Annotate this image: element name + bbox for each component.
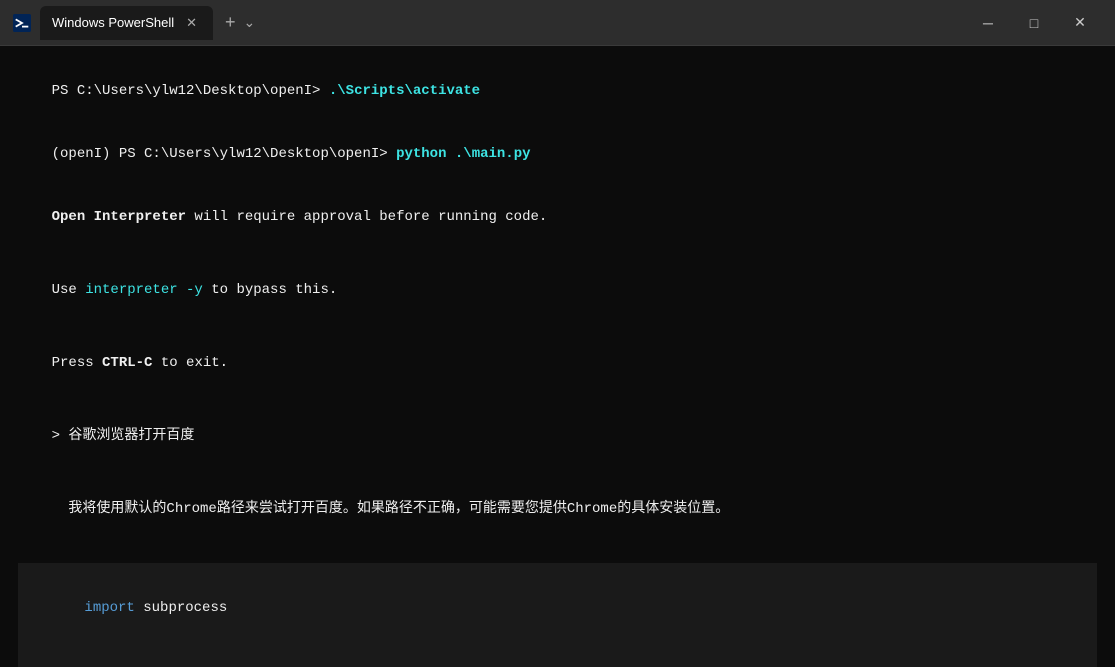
line3-rest: will require approval before running cod…	[186, 209, 547, 225]
terminal-line-1: PS C:\Users\ylw12\Desktop\openI> .\Scrip…	[18, 60, 1097, 123]
new-tab-button[interactable]: +	[225, 12, 236, 33]
terminal-line-5: Use interpreter -y to bypass this.	[18, 259, 1097, 322]
subprocess-label: subprocess	[135, 600, 227, 616]
bypass-label: to bypass this.	[203, 282, 337, 298]
code-line-3: url = "https://www.baidu.com"	[34, 650, 1081, 667]
app-icon	[12, 13, 32, 33]
minimize-button[interactable]: ─	[965, 0, 1011, 46]
prompt-1: PS C:\Users\ylw12\Desktop\openI>	[52, 83, 329, 99]
titlebar: Windows PowerShell ✕ + ⌄ ─ □ ✕	[0, 0, 1115, 46]
ctrlc-label: CTRL-C	[102, 355, 152, 371]
code-line-1: import subprocess	[34, 577, 1081, 640]
terminal-line-2: (openI) PS C:\Users\ylw12\Desktop\openI>…	[18, 123, 1097, 186]
terminal-line-9: > 谷歌浏览器打开百度	[18, 405, 1097, 468]
gap-4	[18, 468, 1097, 478]
tab-label: Windows PowerShell	[52, 15, 174, 30]
gap-2	[18, 322, 1097, 332]
maximize-button[interactable]: □	[1011, 0, 1057, 46]
ai-response: 我将使用默认的Chrome路径来尝试打开百度。如果路径不正确，可能需要您提供Ch…	[52, 501, 730, 517]
terminal-line-7: Press CTRL-C to exit.	[18, 332, 1097, 395]
terminal-line-3: Open Interpreter will require approval b…	[18, 186, 1097, 249]
user-prompt: > 谷歌浏览器打开百度	[52, 428, 195, 444]
exit-label: to exit.	[152, 355, 228, 371]
gap-5	[18, 541, 1097, 551]
tab-dropdown-button[interactable]: ⌄	[244, 14, 256, 31]
import-kw: import	[84, 600, 134, 616]
window-close-button[interactable]: ✕	[1057, 0, 1103, 46]
cmd-1: .\Scripts\activate	[329, 83, 480, 99]
code-block: import subprocess url = "https://www.bai…	[18, 563, 1097, 667]
powershell-tab[interactable]: Windows PowerShell ✕	[40, 6, 213, 40]
terminal-area[interactable]: PS C:\Users\ylw12\Desktop\openI> .\Scrip…	[0, 46, 1115, 667]
gap-1	[18, 249, 1097, 259]
prompt-2: (openI) PS C:\Users\ylw12\Desktop\openI>	[52, 146, 396, 162]
window-controls: ─ □ ✕	[965, 0, 1103, 46]
interpreter-cmd: interpreter -y	[85, 282, 203, 298]
tab-close-button[interactable]: ✕	[182, 13, 201, 33]
press-label: Press	[52, 355, 102, 371]
open-interpreter-label: Open Interpreter	[52, 209, 186, 225]
terminal-line-11: 我将使用默认的Chrome路径来尝试打开百度。如果路径不正确，可能需要您提供Ch…	[18, 478, 1097, 541]
code-gap-1	[34, 640, 1081, 650]
gap-3	[18, 395, 1097, 405]
use-label: Use	[52, 282, 86, 298]
cmd-2: python .\main.py	[396, 146, 530, 162]
